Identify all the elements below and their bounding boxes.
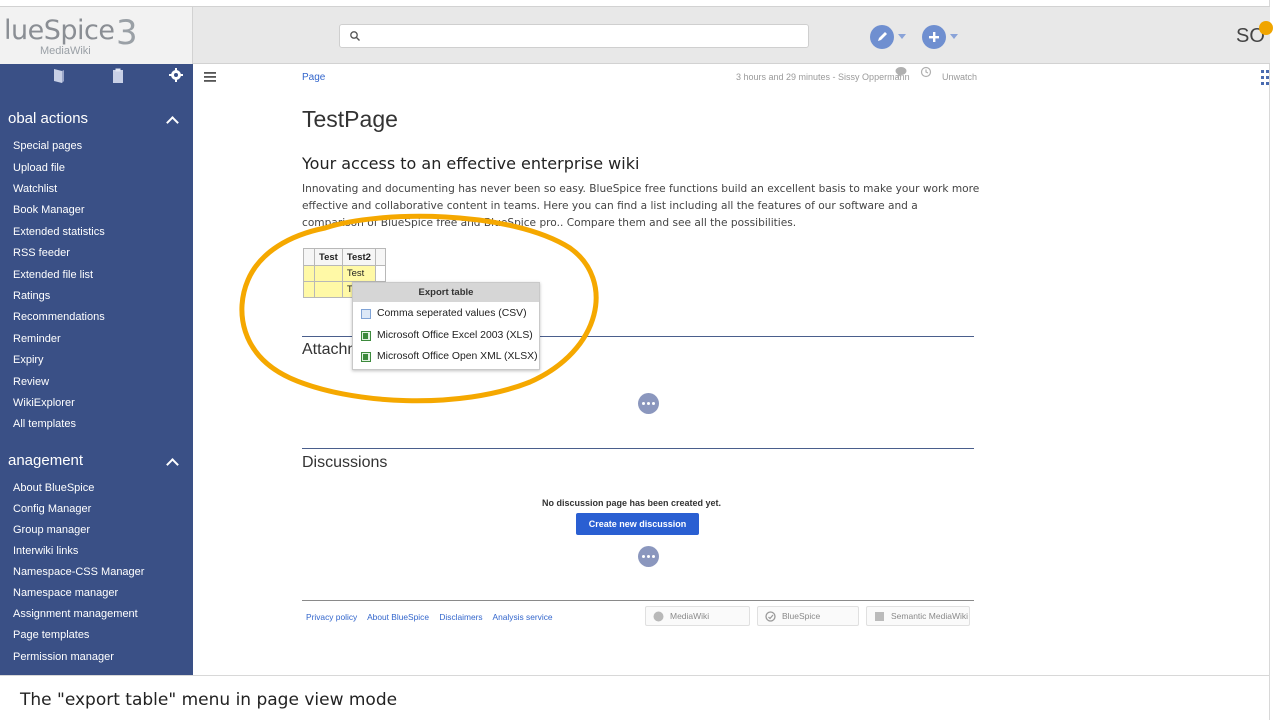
powered-by-bluespice-badge[interactable]: BlueSpice [757,606,859,626]
sidebar-item[interactable]: Review [13,376,49,388]
section-title-global-actions[interactable]: obal actions [8,110,88,127]
clipboard-icon[interactable] [112,68,124,84]
sidebar-item[interactable]: Watchlist [13,183,57,195]
export-csv-item[interactable]: Comma seperated values (CSV) [353,304,539,324]
menu-icon[interactable] [204,72,216,82]
sidebar-item[interactable]: Group manager [13,524,90,536]
sidebar-item[interactable]: Special pages [13,140,82,152]
breadcrumb[interactable]: Page [302,72,325,83]
logo[interactable]: lueSpice 3 MediaWiki [0,7,193,65]
logo-subtitle: MediaWiki [40,45,91,57]
search-icon [350,31,360,41]
sidebar-item[interactable]: About BlueSpice [13,482,94,494]
powered-by-mediawiki-badge[interactable]: MediaWiki [645,606,750,626]
section-divider [302,448,974,449]
caption-text: The "export table" menu in page view mod… [20,690,398,710]
sidebar-tabs [0,64,193,88]
mediawiki-icon [653,611,664,622]
footer-divider [302,600,974,601]
footer-link[interactable]: Analysis service [493,612,553,622]
badge-label: Semantic MediaWiki [891,611,968,621]
badge-label: MediaWiki [670,611,710,621]
logo-version: 3 [116,13,138,53]
comment-icon[interactable] [895,66,909,78]
sidebar-item[interactable]: Book Manager [13,204,85,216]
section-title-management[interactable]: anagement [8,452,83,469]
chevron-up-icon[interactable] [166,116,179,129]
menu-item-label: Comma seperated values (CSV) [377,308,527,319]
plus-icon [929,32,939,42]
sidebar-item[interactable]: Interwiki links [13,545,78,557]
sidebar-item[interactable]: Upload file [13,162,65,174]
sidebar-item[interactable]: Permission manager [13,651,114,663]
top-bar: lueSpice 3 MediaWiki SO [0,6,1273,65]
badge-label: BlueSpice [782,611,821,621]
sidebar-item[interactable]: WikiExplorer [13,397,75,409]
export-menu-title: Export table [353,283,539,302]
export-xlsx-item[interactable]: Microsoft Office Open XML (XLSX) [353,347,539,367]
search-input[interactable] [339,24,809,48]
create-discussion-button[interactable]: Create new discussion [576,513,699,535]
logo-text: lueSpice [4,15,115,46]
excel-icon [361,331,371,341]
sidebar-item[interactable]: Namespace manager [13,587,118,599]
menu-item-label: Microsoft Office Excel 2003 (XLS) [377,330,533,341]
last-edit-info[interactable]: 3 hours and 29 minutes - Sissy Oppermann [736,72,910,82]
bluespice-icon [765,611,776,622]
sidebar-item[interactable]: RSS feeder [13,247,70,259]
screenshot-frame: lueSpice 3 MediaWiki SO obal actions Spe… [0,0,1273,720]
footer-link[interactable]: Privacy policy [306,612,357,622]
more-icon[interactable] [638,546,659,567]
book-icon[interactable] [53,68,65,84]
new-page-button[interactable] [922,25,946,49]
notification-badge[interactable] [1259,21,1273,35]
sidebar-item[interactable]: Namespace-CSS Manager [13,566,144,578]
caption-bar: The "export table" menu in page view mod… [0,675,1270,720]
footer-links: Privacy policy About BlueSpice Disclaime… [306,612,561,622]
chevron-down-icon[interactable] [898,34,906,39]
sidebar-item[interactable]: Config Manager [13,503,91,515]
discussions-heading: Discussions [302,454,388,471]
apps-grid-icon[interactable] [1261,70,1269,86]
csv-icon [361,309,371,319]
powered-by-smw-badge[interactable]: Semantic MediaWiki [866,606,970,626]
sidebar-item[interactable]: Expiry [13,354,44,366]
more-icon[interactable] [638,393,659,414]
sidebar-item[interactable]: Ratings [13,290,50,302]
export-xls-item[interactable]: Microsoft Office Excel 2003 (XLS) [353,326,539,346]
sidebar-item[interactable]: Assignment management [13,608,138,620]
menu-item-label: Microsoft Office Open XML (XLSX) [377,351,538,362]
sidebar-item[interactable]: Recommendations [13,311,105,323]
unwatch-link[interactable]: Unwatch [942,72,977,82]
no-discussion-message: No discussion page has been created yet. [542,498,722,508]
excel-icon [361,352,371,362]
sidebar-item[interactable]: All templates [13,418,76,430]
footer-link[interactable]: About BlueSpice [367,612,429,622]
pencil-icon [878,32,887,41]
gear-icon[interactable] [169,68,183,82]
sidebar-item[interactable]: Extended file list [13,269,93,281]
chevron-down-icon[interactable] [950,34,958,39]
section-heading: Your access to an effective enterprise w… [302,154,640,173]
sidebar-item[interactable]: Extended statistics [13,226,105,238]
edit-button[interactable] [870,25,894,49]
footer-link[interactable]: Disclaimers [439,612,482,622]
chevron-up-icon[interactable] [166,458,179,471]
sidebar: obal actions Special pages Upload file W… [0,64,193,675]
page-title: TestPage [302,106,398,132]
sidebar-item[interactable]: Reminder [13,333,61,345]
sidebar-item[interactable]: Page templates [13,629,89,641]
history-icon[interactable] [920,66,932,78]
export-table-menu: Export table Comma seperated values (CSV… [352,282,540,370]
smw-icon [875,612,884,621]
